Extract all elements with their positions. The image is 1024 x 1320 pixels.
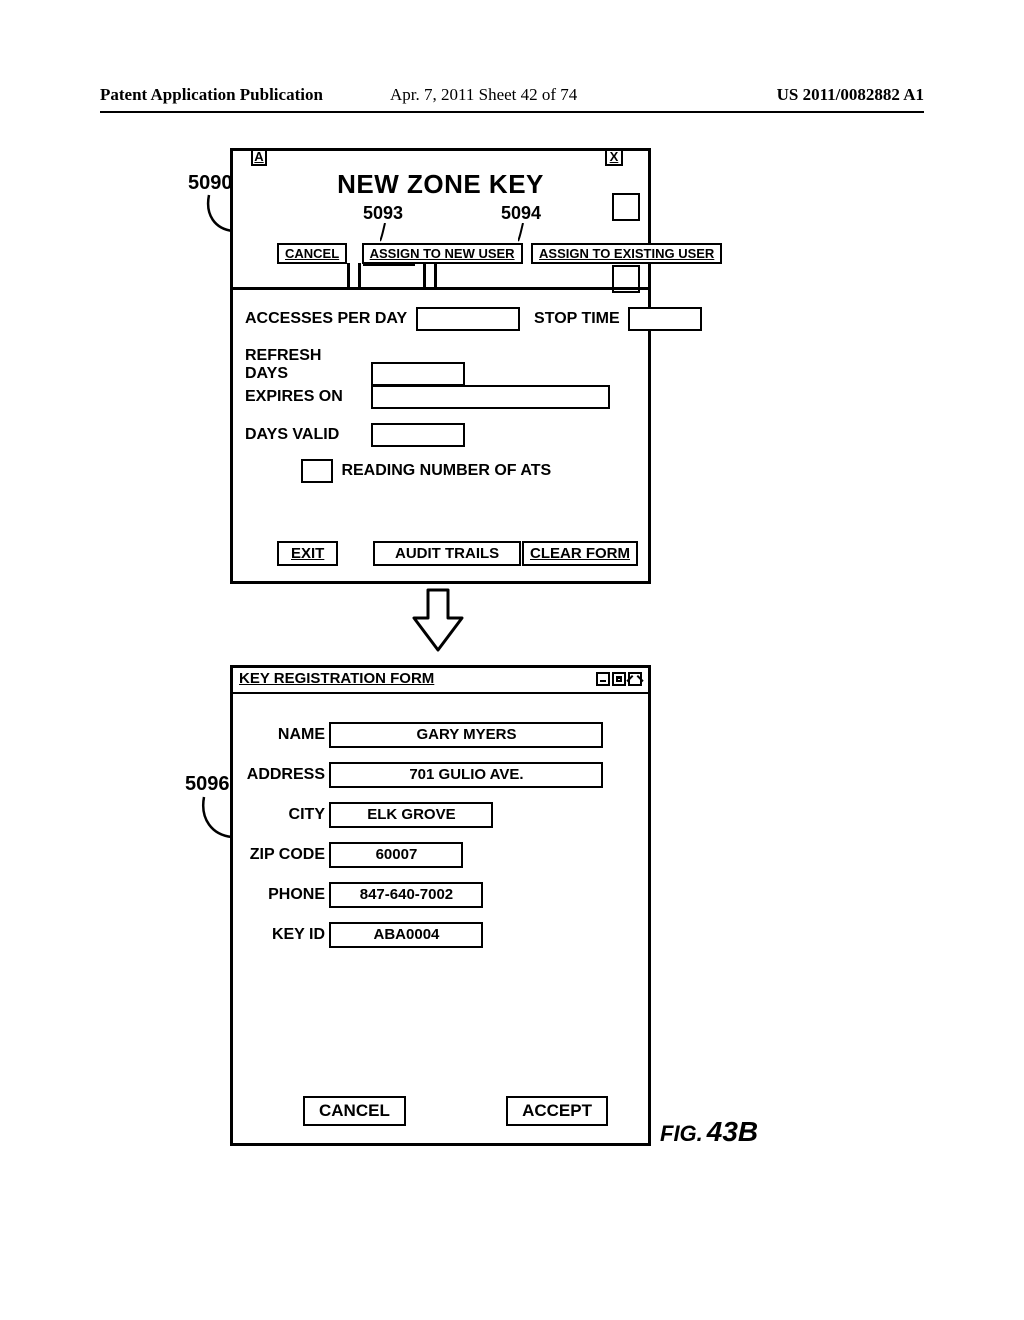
exit-button[interactable]: EXIT	[277, 541, 338, 566]
clear-label: CLEAR FORM	[530, 545, 630, 562]
reading-ats-label: READING NUMBER OF ATS	[341, 462, 551, 479]
accesses-label: ACCESSES PER DAY	[245, 310, 407, 327]
stop-time-label: STOP TIME	[534, 310, 620, 327]
assign-existing-label: ASSIGN TO EXISTING USER	[539, 246, 714, 261]
window-key-registration: KEY REGISTRATION FORM NAME GARY MYERS AD…	[230, 665, 651, 1146]
drop-mark	[347, 263, 361, 287]
key-id-input[interactable]: ABA0004	[329, 922, 483, 948]
titlebar-a-icon[interactable]: A	[251, 148, 267, 166]
audit-label: AUDIT TRAILS	[395, 545, 499, 562]
expires-label: EXPIRES ON	[245, 388, 367, 406]
assign-new-label: ASSIGN TO NEW USER	[370, 246, 515, 261]
days-valid-label: DAYS VALID	[245, 426, 367, 444]
exit-label: EXIT	[291, 545, 324, 562]
refresh-input[interactable]	[371, 362, 465, 386]
cancel-button[interactable]: CANCEL	[277, 243, 347, 264]
cancel-label: CANCEL	[319, 1101, 390, 1120]
city-input[interactable]: ELK GROVE	[329, 802, 493, 828]
zip-label: ZIP CODE	[233, 846, 325, 864]
days-valid-input[interactable]	[371, 423, 465, 447]
assign-existing-user-button[interactable]: ASSIGN TO EXISTING USER	[531, 243, 722, 264]
header-left: Patent Application Publication	[100, 85, 323, 105]
close-icon[interactable]	[628, 672, 642, 686]
underline-mark	[363, 263, 415, 266]
minimize-icon[interactable]	[596, 672, 610, 686]
audit-trails-button[interactable]: AUDIT TRAILS	[373, 541, 521, 566]
drop-mark	[423, 263, 437, 287]
address-input[interactable]: 701 GULIO AVE.	[329, 762, 603, 788]
header-mid: Apr. 7, 2011 Sheet 42 of 74	[390, 85, 577, 105]
header-right: US 2011/0082882 A1	[777, 85, 924, 105]
accept-label: ACCEPT	[522, 1101, 592, 1120]
accesses-input[interactable]	[416, 307, 520, 331]
zip-input[interactable]: 60007	[329, 842, 463, 868]
refresh-label: REFRESH DAYS	[245, 347, 367, 383]
address-label: ADDRESS	[233, 766, 325, 784]
square-icon	[612, 193, 640, 221]
leader-5094	[518, 223, 528, 243]
cancel-label: CANCEL	[285, 246, 339, 261]
phone-input[interactable]: 847-640-7002	[329, 882, 483, 908]
accept-button[interactable]: ACCEPT	[506, 1096, 608, 1126]
ref-5096: 5096	[185, 773, 230, 796]
window2-title: KEY REGISTRATION FORM	[239, 670, 434, 687]
phone-label: PHONE	[233, 886, 325, 904]
window-title: NEW ZONE KEY	[233, 169, 648, 200]
figure-label: FIG.43B	[660, 1116, 758, 1148]
leader-5093	[380, 223, 390, 243]
ats-box[interactable]	[301, 459, 333, 483]
figure-prefix: FIG.	[660, 1121, 703, 1146]
cancel-button[interactable]: CANCEL	[303, 1096, 406, 1126]
assign-new-user-button[interactable]: ASSIGN TO NEW USER	[362, 243, 523, 264]
arrow-down-icon	[410, 588, 466, 656]
header-rule	[100, 111, 924, 113]
stop-time-input[interactable]	[628, 307, 702, 331]
city-label: CITY	[233, 806, 325, 824]
figure-number: 43B	[707, 1116, 758, 1147]
window-new-zone-key: A X NEW ZONE KEY 5093 5094 CANCEL ASSIGN…	[230, 148, 651, 584]
clear-form-button[interactable]: CLEAR FORM	[522, 541, 638, 566]
close-icon[interactable]: X	[605, 148, 623, 166]
name-label: NAME	[233, 726, 325, 744]
window-controls	[594, 672, 642, 686]
ref-5094: 5094	[501, 203, 541, 224]
key-id-label: KEY ID	[233, 926, 325, 944]
ref-5093: 5093	[363, 203, 403, 224]
maximize-icon[interactable]	[612, 672, 626, 686]
titlebar-divider	[233, 692, 648, 694]
section-divider	[233, 287, 648, 290]
name-input[interactable]: GARY MYERS	[329, 722, 603, 748]
ref-5090: 5090	[188, 172, 233, 195]
expires-input[interactable]	[371, 385, 610, 409]
